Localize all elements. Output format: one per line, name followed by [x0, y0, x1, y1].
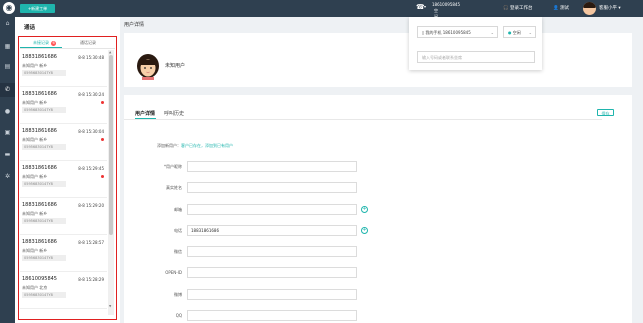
- phone-nav-icon[interactable]: ✆: [0, 83, 15, 97]
- real-name-field[interactable]: [187, 182, 357, 193]
- new-order-button[interactable]: +新建工单: [20, 4, 55, 13]
- chat-icon[interactable]: ▬: [0, 148, 15, 162]
- add-phone-icon[interactable]: +: [361, 227, 368, 234]
- email-label: 邮箱: [174, 207, 182, 212]
- workstation-link[interactable]: 🎧 登录工作台: [503, 5, 533, 11]
- tab-missed[interactable]: 未接记录 6: [33, 40, 57, 46]
- list-item[interactable]: 18831861686 8-8 15:28:57 未知用户 新乡 0595683…: [20, 235, 107, 272]
- tab-call-log[interactable]: 通话记录: [80, 40, 96, 46]
- person-icon: 👤: [553, 6, 561, 11]
- phone-field[interactable]: 18831861686: [187, 225, 357, 236]
- chevron-down-icon: ▾: [424, 4, 427, 9]
- nickname-label: *用户昵称: [164, 164, 182, 169]
- wechat-label: 微信: [174, 249, 182, 254]
- test-link[interactable]: 👤 测试: [553, 5, 569, 11]
- app-logo-icon[interactable]: ◉: [3, 2, 15, 14]
- contacts-icon[interactable]: ▣: [0, 126, 15, 140]
- email-field[interactable]: [187, 204, 357, 215]
- openid-label: OPEN-ID: [165, 270, 182, 275]
- user-avatar-icon: [137, 54, 159, 80]
- list-item[interactable]: 18831861686 8-8 15:30:48 未知用户 新乡 0595683…: [20, 50, 107, 87]
- scroll-down-icon[interactable]: ▼: [109, 304, 111, 308]
- profile-card: [124, 33, 632, 87]
- avatar[interactable]: [583, 2, 596, 15]
- dial-number-input[interactable]: 输入号码或者联系坐席: [417, 51, 535, 63]
- wechat-field[interactable]: [187, 246, 357, 257]
- phone-line-select[interactable]: ▯ 我的手机 18610095845 ⌄: [417, 26, 498, 38]
- real-name-label: 真实姓名: [166, 185, 182, 190]
- call-number: 18610095845: [432, 2, 460, 7]
- missed-dot-icon: [101, 175, 104, 178]
- grid-icon[interactable]: ▦: [0, 40, 15, 54]
- document-icon[interactable]: ▤: [0, 60, 15, 74]
- chevron-down-icon: ⌄: [490, 30, 494, 35]
- qq-label: QQ: [175, 313, 182, 318]
- tab-call-history[interactable]: 呼叫历史: [164, 110, 184, 117]
- missed-count-badge: 6: [51, 41, 57, 46]
- status-select[interactable]: ● 空闲 ⌄: [503, 26, 536, 38]
- page-title: 用户详情: [124, 22, 145, 28]
- workstation-label: 登录工作台: [510, 6, 533, 11]
- qq-field[interactable]: [187, 310, 357, 321]
- gear-icon[interactable]: ✲: [0, 170, 15, 184]
- phone-label: 电话: [174, 228, 182, 233]
- test-label: 测试: [560, 6, 570, 11]
- scroll-thumb[interactable]: [109, 55, 113, 235]
- list-item[interactable]: 18610095845 8-8 15:28:29 未知用户 北京 0595683…: [20, 272, 107, 309]
- tab-user-details[interactable]: 用户详情: [135, 110, 155, 117]
- weibo-label: 微博: [174, 292, 182, 297]
- user-icon[interactable]: ●: [0, 105, 15, 119]
- list-item[interactable]: 18831861686 8-8 15:30:24 未知用户 新乡 0595683…: [20, 87, 107, 124]
- missed-dot-icon: [101, 138, 104, 141]
- user-menu[interactable]: 客服小平 ▾: [599, 5, 621, 11]
- top-bar: [0, 0, 643, 17]
- list-item[interactable]: 18831861686 8-8 15:29:45 未知用户 新乡 0595683…: [20, 161, 107, 198]
- left-nav: ⌂ ▦ ▤ ✆ ● ▣ ▬ ✲: [0, 17, 15, 323]
- openid-field[interactable]: [187, 267, 357, 278]
- list-item[interactable]: 18831861686 8-8 15:29:20 未知用户 新乡 0595683…: [20, 198, 107, 235]
- add-email-icon[interactable]: +: [361, 206, 368, 213]
- missed-dot-icon: [101, 101, 104, 104]
- unknown-user-label: 未知用户: [165, 63, 186, 69]
- home-icon[interactable]: ⌂: [0, 17, 15, 31]
- nickname-field[interactable]: [187, 161, 357, 172]
- list-item[interactable]: 18831861686 8-8 15:30:04 未知用户 新乡 0595683…: [20, 124, 107, 161]
- chevron-down-icon: ⌄: [528, 30, 532, 35]
- scroll-up-icon[interactable]: ▲: [109, 50, 111, 54]
- save-button[interactable]: 保存: [597, 109, 614, 116]
- headset-icon: 🎧: [503, 6, 511, 11]
- panel-title: 通话: [24, 25, 36, 31]
- add-to-existing-link[interactable]: 客户已存在，添加到已有用户: [181, 143, 233, 148]
- weibo-field[interactable]: [187, 289, 357, 300]
- add-new-user-row: 添加新用户：客户已存在，添加到已有用户: [157, 143, 233, 148]
